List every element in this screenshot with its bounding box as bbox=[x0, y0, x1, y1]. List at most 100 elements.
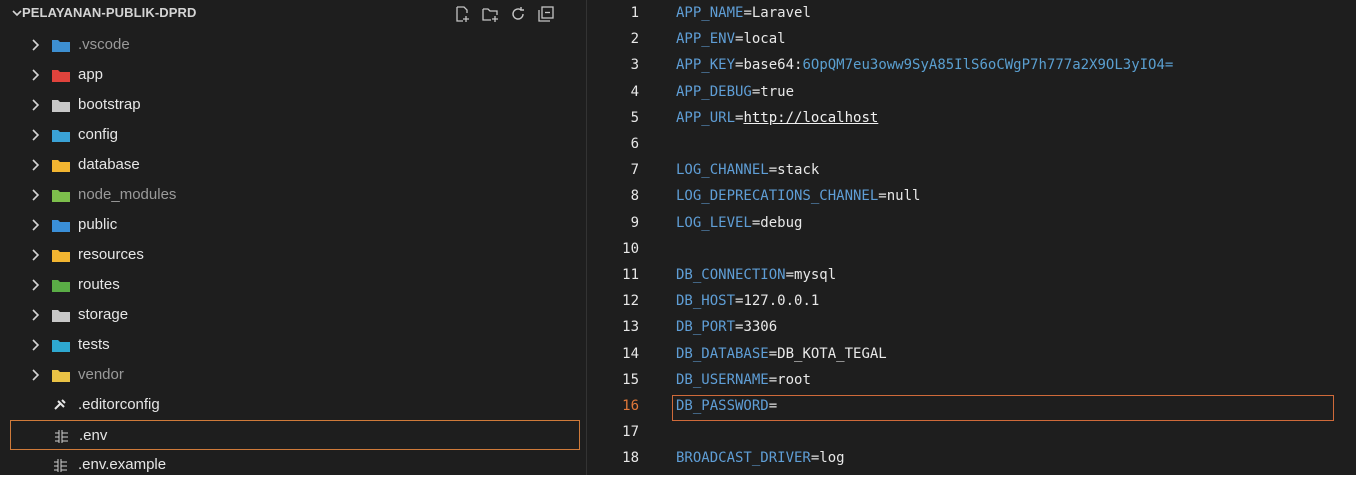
routes-folder-icon bbox=[52, 280, 70, 292]
tests-folder-icon bbox=[52, 340, 70, 352]
code-text: DB_PASSWORD= bbox=[676, 398, 777, 414]
collapse-all-icon[interactable] bbox=[536, 4, 558, 24]
new-file-icon[interactable] bbox=[452, 4, 474, 24]
code-text: DB_PORT=3306 bbox=[676, 319, 777, 335]
code-line[interactable]: 3 APP_KEY=base64:6OpQM7eu3oww9SyA85IlS6oC… bbox=[587, 54, 1356, 80]
folder-item[interactable]: resources bbox=[0, 240, 586, 270]
chevron-right-icon[interactable] bbox=[30, 339, 40, 351]
line-number: 14 bbox=[622, 345, 639, 362]
chevron-right-icon[interactable] bbox=[30, 129, 40, 141]
code-line[interactable]: 15 DB_USERNAME=root bbox=[587, 369, 1356, 395]
explorer-section-header[interactable]: PELAYANAN-PUBLIK-DPRD bbox=[0, 0, 586, 28]
env-key: DB_CONNECTION bbox=[676, 267, 786, 283]
code-line[interactable]: 7 LOG_CHANNEL=stack bbox=[587, 159, 1356, 185]
code-line[interactable]: 1 APP_NAME=Laravel bbox=[587, 2, 1356, 28]
tree-item-label: resources bbox=[78, 246, 144, 263]
code-text: DB_USERNAME=root bbox=[676, 372, 811, 388]
code-line[interactable]: 6 bbox=[587, 133, 1356, 159]
env-value: 3306 bbox=[743, 319, 778, 336]
file-item[interactable]: .env bbox=[10, 420, 580, 450]
folder-icon bbox=[52, 310, 70, 322]
line-number: 6 bbox=[630, 136, 639, 152]
equals-sign: = bbox=[878, 188, 887, 205]
folder-item[interactable]: vendor bbox=[0, 360, 586, 390]
folder-item[interactable]: bootstrap bbox=[0, 90, 586, 120]
explorer-sidebar: PELAYANAN-PUBLIK-DPRD .vscode app bootstra… bbox=[0, 0, 586, 475]
tree-item-label: app bbox=[78, 66, 104, 83]
env-key: APP_NAME bbox=[676, 5, 744, 21]
code-line[interactable]: 9 LOG_LEVEL=debug bbox=[587, 212, 1356, 238]
tree-item-label: node_modules bbox=[78, 186, 177, 203]
env-value: true bbox=[760, 83, 795, 100]
code-line[interactable]: 10 bbox=[587, 238, 1356, 264]
folder-item[interactable]: config bbox=[0, 120, 586, 150]
folder-item[interactable]: tests bbox=[0, 330, 586, 360]
chevron-right-icon[interactable] bbox=[30, 69, 40, 81]
env-value: base64: bbox=[743, 57, 803, 74]
code-line[interactable]: 16 DB_PASSWORD= bbox=[587, 395, 1356, 421]
env-value-key: 6OpQM7eu3oww9SyA85IlS6oCWgP7h777a2X9OL3y… bbox=[802, 57, 1174, 74]
refresh-icon[interactable] bbox=[508, 4, 530, 24]
tree-item-label: .env.example bbox=[78, 456, 167, 473]
folder-item[interactable]: app bbox=[0, 60, 586, 90]
chevron-right-icon[interactable] bbox=[30, 279, 40, 291]
chevron-right-icon[interactable] bbox=[30, 309, 40, 321]
equals-sign: = bbox=[785, 267, 795, 283]
folder-item[interactable]: node_modules bbox=[0, 180, 586, 210]
env-key: DB_HOST bbox=[676, 293, 736, 310]
code-line[interactable]: 8 LOG_DEPRECATIONS_CHANNEL=null bbox=[587, 185, 1356, 211]
folder-item[interactable]: storage bbox=[0, 300, 586, 330]
tree-item-label: bootstrap bbox=[78, 96, 141, 113]
tree-item-label: public bbox=[78, 216, 118, 233]
code-text: LOG_LEVEL=debug bbox=[676, 215, 802, 231]
line-number: 9 bbox=[630, 214, 639, 231]
code-line[interactable]: 11 DB_CONNECTION=mysql bbox=[587, 264, 1356, 290]
code-line[interactable]: 17 bbox=[587, 421, 1356, 447]
explorer-title: PELAYANAN-PUBLIK-DPRD bbox=[22, 5, 197, 20]
folder-item[interactable]: database bbox=[0, 150, 586, 180]
node-folder-icon bbox=[52, 190, 70, 202]
code-text: APP_NAME=Laravel bbox=[676, 5, 811, 21]
file-item[interactable]: .editorconfig bbox=[0, 390, 586, 420]
code-line[interactable]: 12 DB_HOST=127.0.0.1 bbox=[587, 290, 1356, 316]
code-line[interactable]: 4 APP_DEBUG=true bbox=[587, 81, 1356, 107]
line-number: 18 bbox=[622, 450, 639, 467]
chevron-right-icon[interactable] bbox=[30, 39, 40, 51]
file-item[interactable]: .env.example bbox=[0, 450, 586, 480]
env-value: mysql bbox=[794, 267, 837, 283]
env-value: debug bbox=[760, 214, 803, 231]
env-value: null bbox=[886, 188, 921, 205]
line-number: 10 bbox=[622, 240, 639, 257]
equals-sign: = bbox=[768, 398, 778, 414]
folder-item[interactable]: public bbox=[0, 210, 586, 240]
line-number: 16 bbox=[622, 398, 639, 414]
code-line[interactable]: 14 DB_DATABASE=DB_KOTA_TEGAL bbox=[587, 343, 1356, 369]
chevron-right-icon[interactable] bbox=[30, 219, 40, 231]
line-number: 15 bbox=[622, 371, 639, 388]
code-editor[interactable]: 1 APP_NAME=Laravel 2 APP_ENV=local 3 APP_KEY=… bbox=[587, 0, 1356, 475]
chevron-right-icon[interactable] bbox=[30, 99, 40, 111]
line-number: 3 bbox=[630, 57, 639, 74]
new-folder-icon[interactable] bbox=[480, 4, 502, 24]
code-text: DB_CONNECTION=mysql bbox=[676, 267, 836, 283]
chevron-right-icon[interactable] bbox=[30, 189, 40, 201]
code-text: APP_KEY=base64:6OpQM7eu3oww9SyA85IlS6oCW… bbox=[676, 57, 1173, 73]
folder-item[interactable]: .vscode bbox=[0, 30, 586, 60]
code-text: APP_URL=http://localhost bbox=[676, 110, 878, 126]
equals-sign: = bbox=[768, 345, 778, 362]
vscode-folder-icon bbox=[52, 40, 70, 52]
chevron-right-icon[interactable] bbox=[30, 249, 40, 261]
line-number: 4 bbox=[630, 83, 639, 100]
line-number: 13 bbox=[622, 319, 639, 336]
app-folder-icon bbox=[52, 70, 70, 82]
code-line[interactable]: 2 APP_ENV=local bbox=[587, 28, 1356, 54]
code-line[interactable]: 18 BROADCAST_DRIVER=log bbox=[587, 447, 1356, 473]
chevron-right-icon[interactable] bbox=[30, 159, 40, 171]
code-line[interactable]: 13 DB_PORT=3306 bbox=[587, 316, 1356, 342]
chevron-right-icon[interactable] bbox=[30, 369, 40, 381]
env-value: http://localhost bbox=[743, 109, 879, 126]
folder-item[interactable]: routes bbox=[0, 270, 586, 300]
code-line[interactable]: 5 APP_URL=http://localhost bbox=[587, 107, 1356, 133]
tree-item-label: .env bbox=[79, 427, 108, 444]
env-file-icon bbox=[54, 459, 67, 472]
